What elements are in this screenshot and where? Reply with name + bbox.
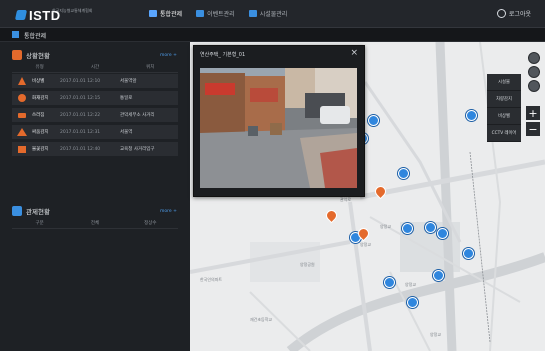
list-icon [196, 10, 205, 17]
map-label: 양정공원 [300, 262, 315, 267]
incident-time: 2017.01.01 12:31 [60, 129, 101, 135]
top-bar: ISTD 한국지능형교통체계협회 통합관제 이벤트관리 시설물관리 로그아웃 [0, 0, 545, 28]
cctv-marker[interactable] [466, 110, 477, 121]
incident-type: 비상벨 [32, 79, 45, 84]
power-icon [496, 9, 506, 18]
logo-subtitle: 한국지능형교통체계협회 [52, 8, 93, 13]
nav-label: 시설물관리 [259, 11, 288, 18]
page-title: 통합관제 [24, 33, 47, 40]
map-label: 재건초등학교 [250, 317, 273, 322]
fire-icon [16, 93, 28, 103]
incident-location: 통일로 [120, 96, 133, 101]
incident-time: 2017.01.01 12:15 [60, 95, 101, 101]
map-label: 양정교 [430, 332, 442, 337]
column-header: 전체 [90, 221, 100, 226]
cctv-marker[interactable] [398, 168, 409, 179]
incident-location: 교육청 사거리입구 [120, 147, 155, 152]
street-scene-image [200, 68, 357, 188]
settings-button[interactable] [528, 80, 540, 92]
popup-title: 연산주택_ 기본형_01 [200, 52, 246, 58]
column-header: 위치 [146, 65, 155, 70]
incidents-list: 비상벨 2017.01.01 12:10 서울역앞 화재감지 2017.01.0… [12, 74, 178, 159]
emergency-bell-icon [16, 76, 28, 86]
close-icon[interactable]: × [350, 48, 358, 58]
incident-row[interactable]: 싸움감지 2017.01.01 12:31 서울역 [12, 125, 178, 139]
logout-label: 로그아웃 [508, 11, 531, 18]
layer-panel: 시설물 차량감지 비상벨 CCTV 레이어 [487, 74, 521, 142]
map-label: 양정교 [360, 242, 372, 247]
incident-type: 쓰러짐 [32, 113, 45, 118]
fight-icon [16, 127, 28, 137]
nav-label: 이벤트관리 [207, 11, 235, 18]
nav-item-facilities[interactable]: 시설물관리 [246, 8, 291, 19]
incident-location: 서울역앞 [120, 79, 137, 84]
cctv-icon [12, 206, 22, 216]
incident-time: 2017.01.01 12:22 [60, 112, 101, 118]
incident-location: 관악세무소 사거리 [120, 113, 155, 118]
nav-item-events[interactable]: 이벤트관리 [193, 8, 238, 19]
logo-mark-icon [14, 10, 28, 20]
incident-row[interactable]: 불꽃감지 2017.01.01 12:40 교육청 사거리입구 [12, 142, 178, 156]
column-header: 구분 [35, 221, 44, 226]
incidents-header: 상황현황 [12, 50, 50, 60]
logout-button[interactable]: 로그아웃 [496, 9, 531, 18]
incident-location: 서울역 [120, 130, 133, 135]
person-fall-icon [16, 110, 28, 120]
cctv-marker[interactable] [407, 297, 418, 308]
incident-row[interactable]: 화재감지 2017.01.01 12:15 통일로 [12, 91, 178, 105]
cctv-popup: 연산주택_ 기본형_01 × [193, 45, 365, 197]
monitor-icon [149, 10, 157, 17]
incident-type: 불꽃감지 [32, 147, 49, 152]
alert-icon [12, 50, 22, 60]
cctv-video-feed[interactable] [200, 68, 357, 188]
zoom-out-button[interactable]: − [526, 122, 540, 136]
cctv-marker[interactable] [437, 228, 448, 239]
cctv-marker[interactable] [463, 248, 474, 259]
incident-row[interactable]: 쓰러짐 2017.01.01 12:22 관악세무소 사거리 [12, 108, 178, 122]
search-button[interactable] [528, 66, 540, 78]
layer-toggle-facilities[interactable]: 시설물 [487, 74, 521, 91]
nav-label: 통합관제 [160, 11, 183, 18]
column-header: 정상수 [144, 221, 157, 226]
incidents-more-link[interactable]: more + [160, 53, 177, 58]
incident-type: 싸움감지 [32, 130, 49, 135]
map-label: 양정교 [380, 224, 392, 229]
cctv-marker[interactable] [402, 223, 413, 234]
facility-icon [248, 10, 257, 17]
monitor-icon [12, 31, 19, 38]
cctv-header: 관제현황 [12, 206, 50, 216]
cctv-marker[interactable] [425, 222, 436, 233]
section-title: 관제현황 [26, 208, 50, 216]
cctv-marker[interactable] [433, 270, 444, 281]
incident-row[interactable]: 비상벨 2017.01.01 12:10 서울역앞 [12, 74, 178, 88]
layer-toggle-cctv[interactable]: CCTV 레이어 [487, 125, 521, 142]
incident-type: 화재감지 [32, 96, 49, 101]
column-header: 유형 [35, 65, 44, 70]
map-label: 한국인의파트 [200, 277, 223, 282]
cctv-table-header: 구분 전체 정상수 [12, 220, 178, 229]
incident-time: 2017.01.01 12:10 [60, 78, 101, 84]
main-nav: 통합관제 이벤트관리 시설물관리 [146, 8, 290, 19]
cctv-marker[interactable] [368, 115, 379, 126]
map-label: 관악로 [340, 197, 352, 202]
map-label: 양정교 [405, 282, 417, 287]
cctv-marker[interactable] [384, 277, 395, 288]
incidents-table-header: 유형 시간 위치 [12, 64, 178, 73]
sub-header: 통합관제 [0, 28, 545, 42]
column-header: 시간 [90, 65, 100, 70]
section-title: 상황현황 [26, 52, 50, 60]
zoom-in-button[interactable]: + [526, 106, 540, 120]
cctv-more-link[interactable]: more + [160, 209, 177, 214]
nav-item-monitoring[interactable]: 통합관제 [146, 8, 185, 19]
incident-time: 2017.01.01 12:40 [60, 146, 101, 152]
fullscreen-button[interactable] [528, 52, 540, 64]
spark-icon [16, 144, 28, 154]
layer-toggle-vehicle[interactable]: 차량감지 [487, 91, 521, 108]
layer-toggle-bell[interactable]: 비상벨 [487, 108, 521, 125]
